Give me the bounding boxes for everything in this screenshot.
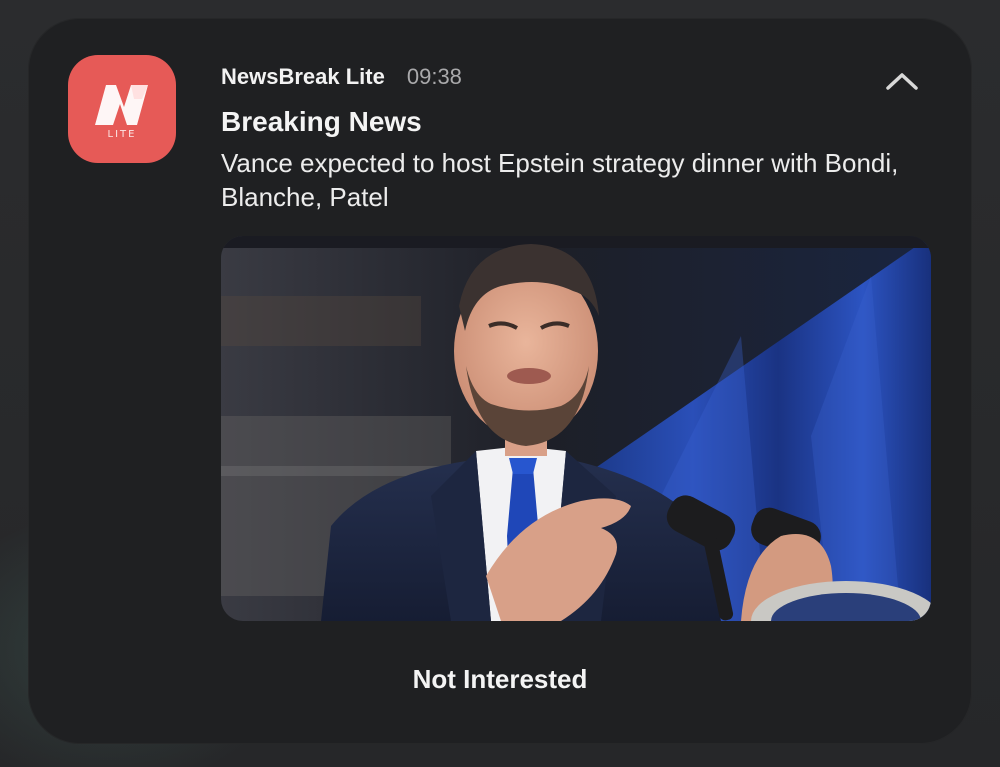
not-interested-button[interactable]: Not Interested <box>28 664 972 695</box>
app-icon: LITE <box>68 55 176 163</box>
timestamp: 09:38 <box>406 64 462 89</box>
app-icon-badge-text: LITE <box>107 129 137 140</box>
notification-body: Vance expected to host Epstein strategy … <box>221 148 899 212</box>
notification-header: NewsBreak Lite 09:38 <box>221 64 462 94</box>
collapse-button[interactable] <box>880 62 924 98</box>
news-photo-illustration <box>221 236 931 621</box>
app-name: NewsBreak Lite <box>221 64 385 89</box>
chevron-up-icon <box>886 73 918 90</box>
notification-title: Breaking News <box>221 106 422 137</box>
notification-card[interactable]: LITE NewsBreak Lite 09:38 Breaking News … <box>28 18 972 744</box>
news-photo[interactable] <box>221 236 931 621</box>
newsbreak-logo-icon <box>95 85 148 125</box>
